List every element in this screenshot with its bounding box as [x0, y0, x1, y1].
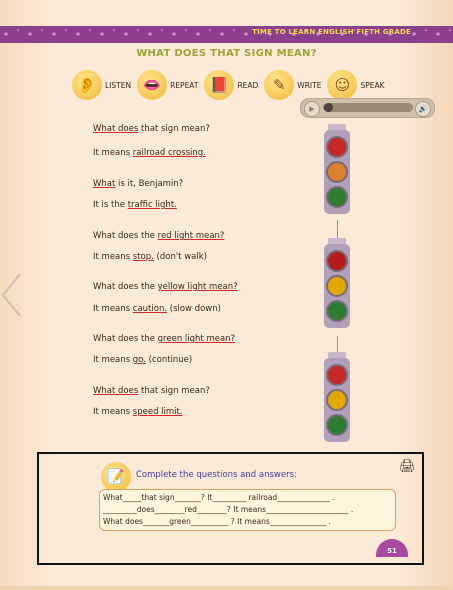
dialogue-line: It means stop. (don't walk) [93, 252, 207, 262]
dialogue-line: It is the traffic light. [93, 200, 177, 210]
green-lamp-icon [326, 414, 348, 436]
mouth-icon: 👄 [137, 70, 168, 100]
traffic-light-icon [320, 124, 354, 214]
exercise-box: What_____that sign_______? It_________ r… [99, 489, 396, 531]
green-lamp-icon [326, 186, 348, 208]
skill-write[interactable]: ✎ WRITE [264, 70, 321, 100]
skill-listen[interactable]: 👂 LISTEN [72, 70, 131, 100]
previous-page-arrow[interactable] [0, 272, 22, 318]
yellow-lamp-icon [326, 389, 348, 411]
dialogue-line: It means railroad crossing. [93, 148, 206, 158]
dialogue-line: What does the yellow light mean? [93, 282, 238, 292]
yellow-lamp-icon [326, 275, 348, 297]
notepad-icon: 📝 [101, 462, 131, 492]
dialogue-line: What does that sign mean? [93, 124, 210, 134]
exercise-line[interactable]: What_____that sign_______? It_________ r… [103, 493, 334, 502]
skill-repeat[interactable]: 👄 REPEAT [137, 70, 198, 100]
dialogue-line: It means speed limit. [93, 407, 183, 417]
dialogue-line: What is it, Benjamin? [93, 179, 184, 189]
red-lamp-icon [326, 136, 348, 158]
banner-title: TIME TO LEARN ENGLISH FIFTH GRADE [252, 28, 411, 36]
page-title: WHAT DOES THAT SIGN MEAN? [136, 48, 317, 59]
exercise-instruction: Complete the questions and answers: [136, 470, 297, 480]
header-banner: TIME TO LEARN ENGLISH FIFTH GRADE [0, 26, 453, 43]
audio-progress-knob[interactable] [324, 103, 333, 112]
audio-player: ▶ 🔊 [300, 98, 435, 118]
page-number-badge: 51 [376, 539, 408, 557]
traffic-light-icon [320, 238, 354, 328]
play-button[interactable]: ▶ [304, 101, 320, 117]
volume-button[interactable]: 🔊 [415, 101, 431, 117]
pencil-icon: ✎ [264, 70, 295, 100]
lesson-page: TIME TO LEARN ENGLISH FIFTH GRADE WHAT D… [0, 0, 453, 590]
skill-label: READ [237, 80, 259, 90]
skill-speak[interactable]: ☺ SPEAK [327, 70, 385, 100]
dialogue-line: It means caution. (slow down) [93, 304, 221, 314]
audio-progress-track[interactable] [323, 103, 413, 112]
skills-bar: 👂 LISTEN 👄 REPEAT 📕 READ ✎ WRITE ☺ SPEAK [72, 70, 391, 100]
skill-label: LISTEN [105, 80, 132, 90]
exercise-line[interactable]: What does_______green__________ ? It mea… [103, 517, 331, 526]
dialogue-line: What does the green light mean? [93, 334, 236, 344]
traffic-light-icon [320, 352, 354, 442]
bottom-strip [0, 586, 453, 590]
green-lamp-icon [326, 300, 348, 322]
ear-icon: 👂 [72, 70, 102, 100]
orange-lamp-icon [326, 161, 348, 183]
dialogue-line: What does that sign mean? [93, 386, 210, 396]
red-lamp-icon [326, 364, 348, 386]
printer-icon[interactable]: 🖨 [399, 459, 416, 474]
exercise-panel: 📝 Complete the questions and answers: 🖨 … [37, 452, 424, 565]
skill-label: WRITE [297, 80, 322, 90]
exercise-line[interactable]: _________does________red________? It mea… [103, 505, 353, 514]
skill-label: SPEAK [360, 80, 385, 90]
dialogue-line: What does the red light mean? [93, 231, 225, 241]
speaking-kids-icon: ☺ [327, 70, 358, 100]
dialogue-line: It means go. (continue) [93, 355, 193, 365]
skill-read[interactable]: 📕 READ [204, 70, 258, 100]
book-icon: 📕 [204, 70, 235, 100]
skill-label: REPEAT [170, 80, 199, 90]
red-lamp-icon [326, 250, 348, 272]
